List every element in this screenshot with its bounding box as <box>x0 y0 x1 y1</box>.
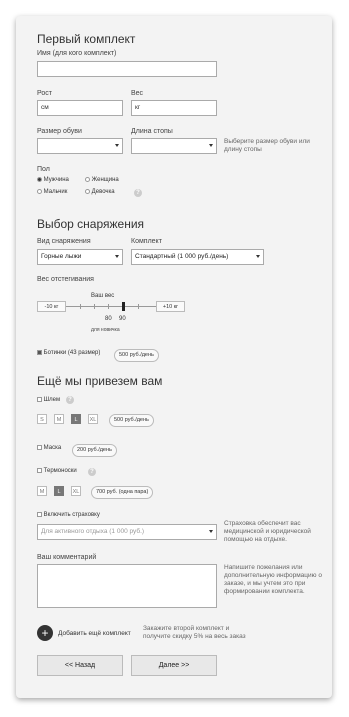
slider-handle[interactable] <box>122 302 125 311</box>
help-icon[interactable]: ? <box>88 468 96 476</box>
kit-select[interactable]: Стандартный (1 000 руб./день) <box>131 249 264 265</box>
slider-minus-button[interactable]: -10 кг <box>37 301 66 312</box>
gender-option-boy[interactable]: Мальчик <box>37 189 67 195</box>
chevron-down-icon <box>209 530 213 533</box>
height-label: Рост <box>37 90 52 97</box>
section-title-first-kit: Первый комплект <box>37 32 136 46</box>
height-input[interactable]: см <box>37 100 123 116</box>
foot-length-select[interactable] <box>131 138 217 154</box>
boots-price-badge: 500 руб./день <box>114 349 159 362</box>
shoe-size-select[interactable] <box>37 138 123 154</box>
checkbox-icon <box>37 445 42 450</box>
thermosocks-size-xl[interactable]: XL <box>71 486 81 496</box>
helmet-size-m[interactable]: M <box>54 414 64 424</box>
slider-beginner-label: для новичка <box>91 327 120 333</box>
gender-label: Пол <box>37 166 50 173</box>
section-title-extras: Ещё мы привезем вам <box>37 374 163 388</box>
checkbox-icon <box>37 397 42 402</box>
section-title-equipment: Выбор снаряжения <box>37 217 145 231</box>
weight-label: Вес <box>131 90 144 97</box>
slider-tick <box>80 304 81 309</box>
thermosocks-size-m[interactable]: M <box>37 486 47 496</box>
equipment-type-select[interactable]: Горные лыжи <box>37 249 123 265</box>
height-unit: см <box>41 104 49 111</box>
weight-unit: кг <box>135 104 141 111</box>
shoe-hint: Выберите размер обуви или длину стопы <box>224 138 310 153</box>
thermosocks-price-badge: 700 руб. (одна пара) <box>91 486 154 499</box>
mask-price-badge: 200 руб./день <box>72 444 117 457</box>
slider-tick-label-90: 90 <box>119 316 126 322</box>
gender-option-male[interactable]: Мужчина <box>37 177 69 183</box>
gender-option-female[interactable]: Женщина <box>85 177 119 183</box>
add-kit-note: Закажите второй комплект и получите скид… <box>143 625 246 640</box>
add-kit-icon[interactable]: + <box>37 625 53 641</box>
foot-length-label: Длина стопы <box>131 128 173 135</box>
radio-icon <box>37 189 42 194</box>
slider-your-weight-label: Ваш вес <box>91 293 115 299</box>
helmet-size-xl[interactable]: XL <box>88 414 98 424</box>
radio-icon <box>85 189 90 194</box>
helmet-size-l[interactable]: L <box>71 414 81 424</box>
name-label: Имя (для кого комплект) <box>37 50 117 57</box>
slider-plus-button[interactable]: +10 кг <box>156 301 185 312</box>
insurance-checkbox[interactable]: Включить страховку <box>37 512 100 518</box>
boots-checkbox[interactable]: Ботинки (43 размер) <box>37 350 100 356</box>
help-icon[interactable]: ? <box>134 189 142 197</box>
equipment-type-label: Вид снаряжения <box>37 238 91 245</box>
chevron-down-icon <box>256 255 260 258</box>
kit-label: Комплект <box>131 238 162 245</box>
back-button[interactable]: << Назад <box>37 655 123 676</box>
comment-textarea[interactable] <box>37 564 217 608</box>
helmet-price-badge: 500 руб./день <box>109 414 154 427</box>
weight-input[interactable]: кг <box>131 100 217 116</box>
helmet-checkbox[interactable]: Шлем <box>37 397 60 403</box>
insurance-note: Страховка обеспечит вас медицинской и юр… <box>224 520 311 543</box>
chevron-down-icon <box>115 255 119 258</box>
radio-icon <box>37 177 42 182</box>
add-kit-button[interactable]: Добавить ещё комплект <box>58 630 131 637</box>
next-button[interactable]: Далее >> <box>131 655 217 676</box>
chevron-down-icon <box>115 144 119 147</box>
shoe-size-label: Размер обуви <box>37 128 82 135</box>
chevron-down-icon <box>209 144 213 147</box>
slider-tick <box>108 304 109 309</box>
thermosocks-checkbox[interactable]: Термоноски <box>37 468 77 474</box>
mask-checkbox[interactable]: Маска <box>37 445 61 451</box>
comment-note: Напишите пожелания или дополнительную ин… <box>224 564 322 595</box>
order-form-card: Первый комплект Имя (для кого комплект) … <box>16 16 332 698</box>
thermosocks-size-l[interactable]: L <box>54 486 64 496</box>
helmet-size-s[interactable]: S <box>37 414 47 424</box>
binding-weight-label: Вес отстегивания <box>37 276 94 283</box>
insurance-select[interactable]: Для активного отдыха (1 000 руб.) <box>37 524 217 540</box>
radio-icon <box>85 177 90 182</box>
slider-tick <box>94 304 95 309</box>
gender-option-girl[interactable]: Девочка <box>85 189 115 195</box>
comment-label: Ваш комментарий <box>37 554 97 561</box>
checkbox-icon <box>37 512 42 517</box>
name-input[interactable] <box>37 61 217 77</box>
help-icon[interactable]: ? <box>66 396 74 404</box>
slider-tick-label-80: 80 <box>105 316 112 322</box>
checkbox-icon <box>37 350 42 355</box>
slider-tick <box>138 304 139 309</box>
checkbox-icon <box>37 468 42 473</box>
